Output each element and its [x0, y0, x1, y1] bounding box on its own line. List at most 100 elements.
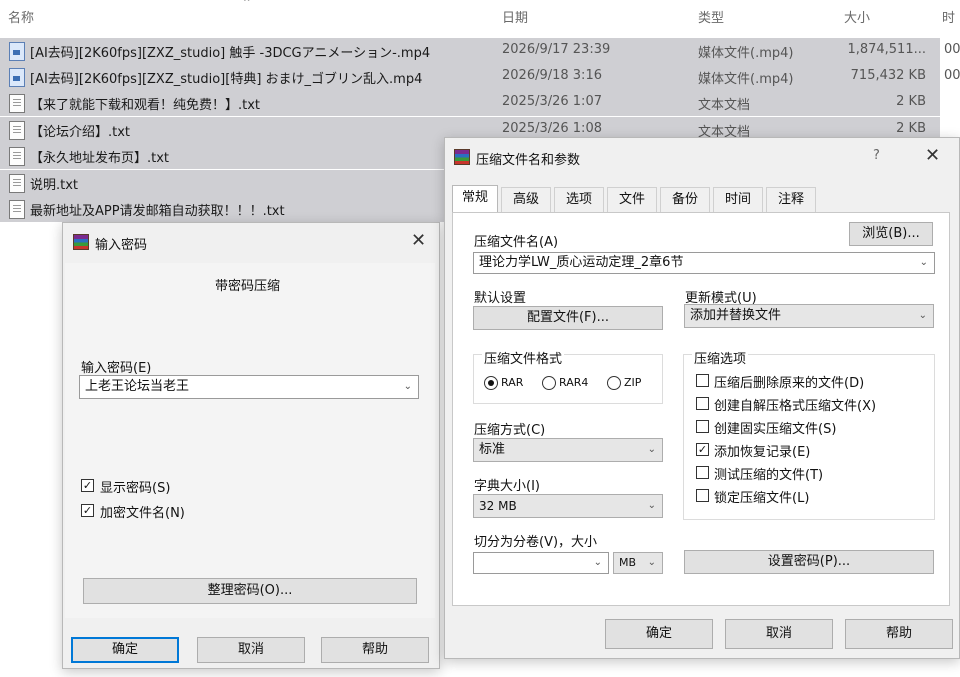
compression-method-label: 压缩方式(C)	[474, 423, 546, 438]
format-rar-label[interactable]: RAR	[501, 376, 523, 389]
chevron-down-icon[interactable]: ⌄	[648, 495, 656, 517]
chevron-down-icon[interactable]: ⌄	[404, 376, 412, 398]
tab-comment[interactable]: 注释	[766, 187, 816, 213]
encrypt-filenames-checkbox[interactable]: ✓	[81, 504, 94, 517]
split-volumes-label: 切分为分卷(V)，大小	[474, 535, 598, 550]
sort-arrow-icon: ^	[243, 0, 251, 8]
file-name: 【来了就能下载和观看！纯免费！】.txt	[30, 98, 261, 113]
create-sfx-archive-checkbox[interactable]	[696, 397, 709, 410]
format-rar4-label[interactable]: RAR4	[559, 376, 588, 389]
split-unit-value: MB	[619, 556, 637, 569]
file-size: 715,432 KB	[850, 68, 926, 83]
text-file-icon	[9, 200, 25, 219]
format-rar4-radio[interactable]	[542, 376, 556, 390]
file-size: 2 KB	[896, 121, 926, 136]
password-label: 输入密码(E)	[81, 361, 152, 376]
column-header-name[interactable]: 名称	[8, 7, 34, 26]
lock-archive-checkbox[interactable]	[696, 489, 709, 502]
help-button[interactable]: 帮助	[321, 637, 429, 663]
column-header-type[interactable]: 类型	[698, 7, 724, 26]
tab-options[interactable]: 选项	[554, 187, 604, 213]
password-dialog-title: 输入密码	[95, 238, 148, 253]
archive-options-label: 压缩选项	[692, 348, 749, 367]
file-name: 【永久地址发布页】.txt	[30, 151, 170, 166]
update-mode-value: 添加并替换文件	[690, 308, 782, 323]
dictionary-size-select[interactable]: 32 MB ⌄	[473, 494, 663, 518]
ok-button[interactable]: 确定	[71, 637, 179, 663]
file-date: 2025/3/26 1:07	[502, 94, 602, 109]
tab-files[interactable]: 文件	[607, 187, 657, 213]
text-file-icon	[9, 147, 25, 166]
lock-archive-label[interactable]: 锁定压缩文件(L)	[714, 487, 809, 506]
ok-button[interactable]: 确定	[605, 619, 713, 649]
create-solid-archive-checkbox[interactable]	[696, 420, 709, 433]
show-password-checkbox[interactable]: ✓	[81, 479, 94, 492]
dictionary-size-value: 32 MB	[479, 499, 517, 513]
chevron-down-icon[interactable]: ⌄	[594, 553, 602, 573]
media-file-icon	[9, 42, 25, 61]
password-dialog-body	[65, 263, 435, 618]
tab-advanced[interactable]: 高级	[501, 187, 551, 213]
tab-general[interactable]: 常规	[452, 185, 498, 213]
update-mode-select[interactable]: 添加并替换文件 ⌄	[684, 304, 934, 328]
file-row[interactable]: [AI去码][2K60fps][ZXZ_studio] 触手 -3DCGアニメー…	[0, 38, 960, 64]
archive-name-value: 理论力学LW_质心运动定理_2章6节	[479, 255, 684, 270]
file-name: [AI去码][2K60fps][ZXZ_studio][特典] おまけ_ゴブリン…	[30, 72, 423, 87]
cancel-button[interactable]: 取消	[197, 637, 305, 663]
archive-format-label: 压缩文件格式	[482, 348, 565, 367]
password-input[interactable]: 上老王论坛当老王 ⌄	[79, 375, 419, 399]
close-icon[interactable]: ✕	[411, 232, 426, 250]
browse-button[interactable]: 浏览(B)...	[849, 222, 933, 246]
tab-time[interactable]: 时间	[713, 187, 763, 213]
organize-passwords-button[interactable]: 整理密码(O)...	[83, 578, 417, 604]
file-name: 说明.txt	[30, 178, 79, 193]
column-header-date[interactable]: 日期	[502, 7, 528, 26]
split-unit-select[interactable]: MB ⌄	[613, 552, 663, 574]
password-dialog: 输入密码 ✕ 带密码压缩 输入密码(E) 上老王论坛当老王 ⌄ ✓ 显示密码(S…	[62, 222, 440, 669]
text-file-icon	[9, 174, 25, 193]
tab-backup[interactable]: 备份	[660, 187, 710, 213]
create-solid-archive-label[interactable]: 创建固实压缩文件(S)	[714, 418, 836, 437]
file-extra: 00	[944, 68, 960, 83]
archive-dialog: 压缩文件名和参数 ? ✕ 常规 高级 选项 文件 备份 时间 注释 压缩文件名(…	[444, 137, 960, 659]
archive-name-input[interactable]: 理论力学LW_质心运动定理_2章6节 ⌄	[473, 252, 935, 274]
encrypt-filenames-label[interactable]: 加密文件名(N)	[100, 502, 185, 521]
add-recovery-record-label[interactable]: 添加恢复记录(E)	[714, 441, 810, 460]
help-button[interactable]: 帮助	[845, 619, 953, 649]
chevron-down-icon[interactable]: ⌄	[920, 253, 928, 273]
winrar-icon	[73, 234, 89, 250]
show-password-label[interactable]: 显示密码(S)	[100, 477, 170, 496]
password-dialog-heading: 带密码压缩	[215, 279, 281, 294]
file-row[interactable]: 【来了就能下载和观看！纯免费！】.txt 2025/3/26 1:07 文本文档 2 …	[0, 90, 940, 116]
chevron-down-icon[interactable]: ⌄	[919, 305, 927, 327]
format-zip-radio[interactable]	[607, 376, 621, 390]
chevron-down-icon[interactable]: ⌄	[648, 439, 656, 461]
compression-method-select[interactable]: 标准 ⌄	[473, 438, 663, 462]
file-name: 最新地址及APP请发邮箱自动获取！！！.txt	[30, 204, 285, 219]
delete-after-archiving-label[interactable]: 压缩后删除原来的文件(D)	[714, 372, 864, 391]
test-archived-files-checkbox[interactable]	[696, 466, 709, 479]
text-file-icon	[9, 94, 25, 113]
set-password-button[interactable]: 设置密码(P)...	[684, 550, 934, 574]
format-rar-radio[interactable]	[484, 376, 498, 390]
file-extra: 00	[944, 42, 960, 57]
column-header-extra[interactable]: 时	[942, 7, 955, 26]
chevron-down-icon[interactable]: ⌄	[648, 553, 656, 573]
format-zip-label[interactable]: ZIP	[624, 376, 641, 389]
close-icon[interactable]: ✕	[925, 147, 940, 165]
test-archived-files-label[interactable]: 测试压缩的文件(T)	[714, 464, 823, 483]
create-sfx-archive-label[interactable]: 创建自解压格式压缩文件(X)	[714, 395, 876, 414]
file-date: 2025/3/26 1:08	[502, 121, 602, 136]
file-row[interactable]: [AI去码][2K60fps][ZXZ_studio][特典] おまけ_ゴブリン…	[0, 64, 960, 90]
cancel-button[interactable]: 取消	[725, 619, 833, 649]
delete-after-archiving-checkbox[interactable]	[696, 374, 709, 387]
help-icon[interactable]: ?	[873, 148, 880, 163]
archive-dialog-title: 压缩文件名和参数	[476, 153, 581, 168]
profiles-button[interactable]: 配置文件(F)...	[473, 306, 663, 330]
file-name: [AI去码][2K60fps][ZXZ_studio] 触手 -3DCGアニメー…	[30, 46, 431, 61]
add-recovery-record-checkbox[interactable]: ✓	[696, 443, 709, 456]
column-header-size[interactable]: 大小	[844, 7, 870, 26]
column-header-row: 名称 ^ 日期 类型 大小 时	[0, 0, 960, 34]
file-date: 2026/9/18 3:16	[502, 68, 602, 83]
split-size-input[interactable]: ⌄	[473, 552, 609, 574]
